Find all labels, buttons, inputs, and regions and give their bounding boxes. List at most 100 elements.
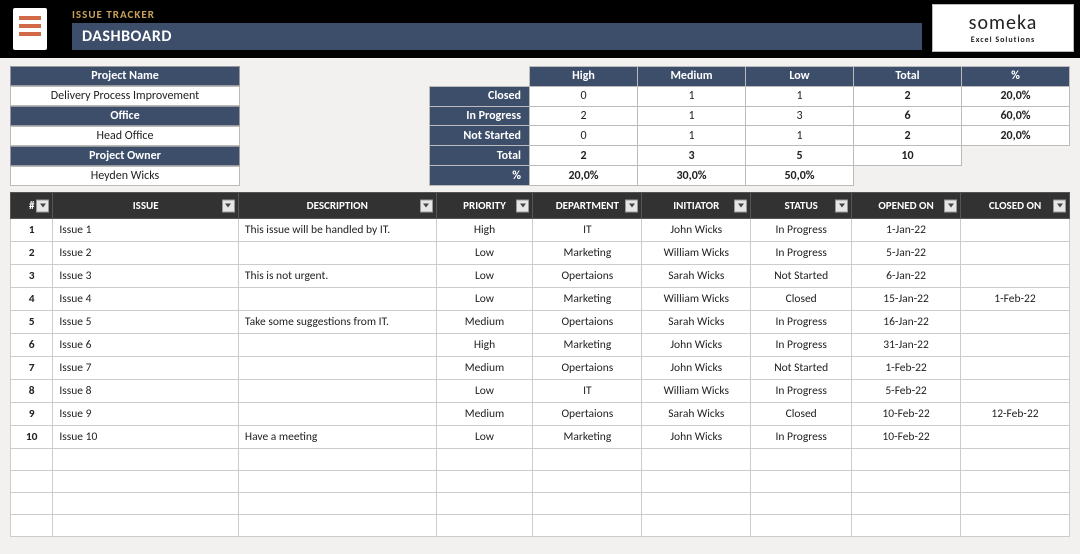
cell[interactable]: IT: [533, 380, 642, 403]
cell[interactable]: Closed: [751, 288, 852, 311]
cell[interactable]: [961, 380, 1070, 403]
cell[interactable]: [436, 493, 533, 515]
cell[interactable]: [642, 471, 751, 493]
cell[interactable]: Issue 3: [53, 265, 239, 288]
cell[interactable]: IT: [533, 219, 642, 242]
cell[interactable]: [436, 471, 533, 493]
cell[interactable]: 10-Feb-22: [852, 403, 961, 426]
cell[interactable]: [961, 334, 1070, 357]
cell[interactable]: William Wicks: [642, 288, 751, 311]
cell[interactable]: John Wicks: [642, 219, 751, 242]
cell[interactable]: [961, 265, 1070, 288]
cell[interactable]: [751, 515, 852, 537]
column-header[interactable]: INITIATOR: [642, 193, 751, 219]
cell[interactable]: [852, 449, 961, 471]
column-header[interactable]: PRIORITY: [436, 193, 533, 219]
cell[interactable]: William Wicks: [642, 242, 751, 265]
filter-dropdown-icon[interactable]: [516, 199, 529, 212]
cell[interactable]: 5-Feb-22: [852, 380, 961, 403]
project-name-value[interactable]: Delivery Process Improvement: [10, 86, 240, 106]
cell[interactable]: Marketing: [533, 242, 642, 265]
cell[interactable]: Sarah Wicks: [642, 311, 751, 334]
column-header[interactable]: #: [11, 193, 53, 219]
cell[interactable]: [436, 449, 533, 471]
cell[interactable]: Marketing: [533, 334, 642, 357]
cell[interactable]: [642, 515, 751, 537]
cell[interactable]: 6: [11, 334, 53, 357]
table-row[interactable]: 2Issue 2 LowMarketingWilliam WicksIn Prog…: [11, 242, 1070, 265]
cell[interactable]: [11, 493, 53, 515]
cell[interactable]: In Progress: [751, 219, 852, 242]
cell[interactable]: Take some suggestions from IT.: [238, 311, 436, 334]
cell[interactable]: 6-Jan-22: [852, 265, 961, 288]
cell[interactable]: Marketing: [533, 426, 642, 449]
cell[interactable]: [852, 471, 961, 493]
cell[interactable]: [642, 493, 751, 515]
cell[interactable]: 1-Feb-22: [961, 288, 1070, 311]
cell[interactable]: John Wicks: [642, 334, 751, 357]
cell[interactable]: [533, 493, 642, 515]
cell[interactable]: Not Started: [751, 357, 852, 380]
cell[interactable]: Low: [436, 380, 533, 403]
cell[interactable]: Sarah Wicks: [642, 403, 751, 426]
filter-dropdown-icon[interactable]: [420, 199, 433, 212]
cell[interactable]: In Progress: [751, 242, 852, 265]
cell[interactable]: [238, 493, 436, 515]
cell[interactable]: 15-Jan-22: [852, 288, 961, 311]
cell[interactable]: [642, 449, 751, 471]
table-row[interactable]: 3Issue 3This is not urgent.LowOpertaions…: [11, 265, 1070, 288]
cell[interactable]: John Wicks: [642, 357, 751, 380]
cell[interactable]: In Progress: [751, 334, 852, 357]
table-row[interactable]: 5Issue 5Take some suggestions from IT.Me…: [11, 311, 1070, 334]
cell[interactable]: [961, 471, 1070, 493]
cell[interactable]: This is not urgent.: [238, 265, 436, 288]
cell[interactable]: Issue 2: [53, 242, 239, 265]
cell[interactable]: Issue 1: [53, 219, 239, 242]
table-row[interactable]: 1Issue 1This issue will be handled by IT…: [11, 219, 1070, 242]
cell[interactable]: 1: [11, 219, 53, 242]
cell[interactable]: Sarah Wicks: [642, 265, 751, 288]
filter-dropdown-icon[interactable]: [734, 199, 747, 212]
cell[interactable]: 2: [11, 242, 53, 265]
office-value[interactable]: Head Office: [10, 126, 240, 146]
table-row[interactable]: 7Issue 7MediumOpertaionsJohn WicksNot St…: [11, 357, 1070, 380]
cell[interactable]: Opertaions: [533, 265, 642, 288]
cell[interactable]: [961, 449, 1070, 471]
table-row-empty[interactable]: [11, 515, 1070, 537]
cell[interactable]: Opertaions: [533, 403, 642, 426]
table-row[interactable]: 10Issue 10Have a meetingLowMarketingJohn…: [11, 426, 1070, 449]
cell[interactable]: John Wicks: [642, 426, 751, 449]
cell[interactable]: [53, 471, 239, 493]
cell[interactable]: 4: [11, 288, 53, 311]
cell[interactable]: 8: [11, 380, 53, 403]
cell[interactable]: Issue 7: [53, 357, 239, 380]
cell[interactable]: Medium: [436, 403, 533, 426]
cell[interactable]: 10-Feb-22: [852, 426, 961, 449]
cell[interactable]: [238, 403, 436, 426]
cell[interactable]: [238, 357, 436, 380]
cell[interactable]: 9: [11, 403, 53, 426]
cell[interactable]: In Progress: [751, 426, 852, 449]
cell[interactable]: 1-Jan-22: [852, 219, 961, 242]
cell[interactable]: Opertaions: [533, 357, 642, 380]
cell[interactable]: Opertaions: [533, 311, 642, 334]
cell[interactable]: [11, 471, 53, 493]
cell[interactable]: 16-Jan-22: [852, 311, 961, 334]
filter-dropdown-icon[interactable]: [1053, 199, 1066, 212]
cell[interactable]: Low: [436, 288, 533, 311]
cell[interactable]: 12-Feb-22: [961, 403, 1070, 426]
table-row[interactable]: 8Issue 8LowITWilliam WicksIn Progress5-F…: [11, 380, 1070, 403]
cell[interactable]: [238, 515, 436, 537]
table-row[interactable]: 4Issue 4LowMarketingWilliam WicksClosed1…: [11, 288, 1070, 311]
cell[interactable]: [238, 242, 436, 265]
project-owner-value[interactable]: Heyden Wicks: [10, 166, 240, 186]
cell[interactable]: [961, 242, 1070, 265]
column-header[interactable]: CLOSED ON: [961, 193, 1070, 219]
cell[interactable]: Low: [436, 242, 533, 265]
cell[interactable]: [11, 515, 53, 537]
filter-dropdown-icon[interactable]: [835, 199, 848, 212]
cell[interactable]: William Wicks: [642, 380, 751, 403]
cell[interactable]: [751, 493, 852, 515]
cell[interactable]: [238, 449, 436, 471]
cell[interactable]: [11, 449, 53, 471]
